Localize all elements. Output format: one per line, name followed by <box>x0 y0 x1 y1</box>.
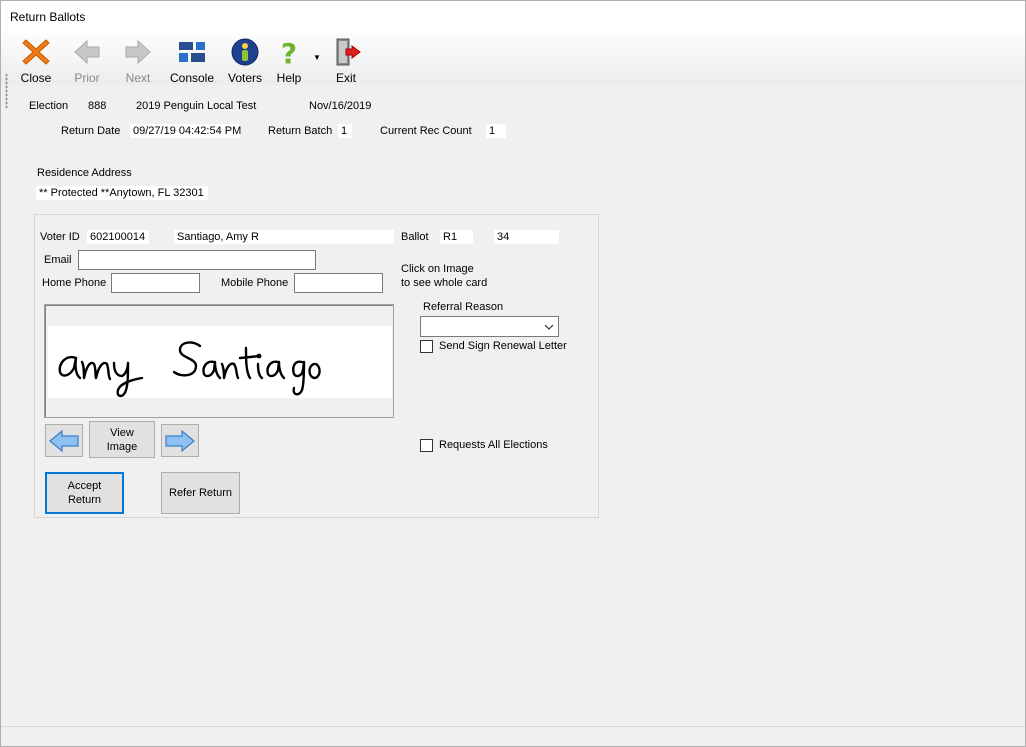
help-label: Help <box>276 71 302 85</box>
help-question-icon: ? <box>281 37 297 68</box>
return-ballots-window: Return Ballots Close Prior Next Console … <box>0 0 1026 747</box>
residence-address-label: Residence Address <box>37 167 132 179</box>
accept-return-button[interactable]: Accept Return <box>45 472 124 514</box>
refer-return-label: Refer Return <box>169 487 232 499</box>
current-rec-count-label: Current Rec Count <box>380 125 472 137</box>
chevron-down-icon <box>544 324 554 330</box>
window-title: Return Ballots <box>10 10 86 24</box>
view-image-button[interactable]: View Image <box>89 421 155 458</box>
signature-image[interactable] <box>44 304 394 418</box>
toolbar: Close Prior Next Console Voters ? Help ▼… <box>1 33 1025 109</box>
help-dropdown-icon[interactable]: ▼ <box>313 53 321 62</box>
accept-return-label: Accept Return <box>67 480 102 506</box>
home-phone-input[interactable] <box>111 273 200 293</box>
console-icon <box>179 42 205 62</box>
close-button[interactable]: Close <box>11 36 61 85</box>
email-input[interactable] <box>78 250 316 270</box>
referral-reason-label: Referral Reason <box>423 301 504 313</box>
voters-button[interactable]: Voters <box>220 36 270 85</box>
return-batch-value: 1 <box>338 124 352 138</box>
next-label: Next <box>125 71 151 85</box>
prior-button[interactable]: Prior <box>62 36 112 85</box>
election-name: 2019 Penguin Local Test <box>136 100 257 112</box>
arrow-left-icon <box>74 39 100 65</box>
console-button[interactable]: Console <box>167 36 217 85</box>
election-number: 888 <box>88 100 107 112</box>
close-label: Close <box>20 71 52 85</box>
signature-drawing <box>58 341 321 398</box>
mobile-phone-input[interactable] <box>294 273 383 293</box>
election-date: Nov/16/2019 <box>309 100 372 112</box>
image-hint-line1: Click on Image <box>401 263 474 275</box>
arrow-right-icon <box>125 39 151 65</box>
arrow-right-icon <box>165 429 195 452</box>
requests-all-elections-checkbox[interactable] <box>420 439 433 452</box>
voter-id-label: Voter ID <box>40 231 80 243</box>
svg-text:?: ? <box>281 37 297 68</box>
image-hint-line2: to see whole card <box>401 277 488 289</box>
arrow-left-icon <box>49 429 79 452</box>
return-date-value: 09/27/19 04:42:54 PM <box>130 124 241 138</box>
status-bar-divider <box>1 726 1025 727</box>
home-phone-label: Home Phone <box>42 277 107 289</box>
console-label: Console <box>169 71 215 85</box>
return-date-label: Return Date <box>61 125 121 137</box>
view-image-label: View Image <box>106 426 138 453</box>
previous-image-button[interactable] <box>45 424 83 457</box>
title-bar: Return Ballots <box>1 1 1025 33</box>
election-label: Election <box>29 100 69 112</box>
prior-label: Prior <box>74 71 100 85</box>
requests-all-elections-label: Requests All Elections <box>439 439 548 451</box>
return-batch-label: Return Batch <box>268 125 333 137</box>
exit-button[interactable]: Exit <box>321 36 371 85</box>
next-image-button[interactable] <box>161 424 199 457</box>
mobile-phone-label: Mobile Phone <box>221 277 289 289</box>
residence-address-value: ** Protected **Anytown, FL 32301 <box>36 186 208 200</box>
refer-return-button[interactable]: Refer Return <box>161 472 240 514</box>
toolbar-grip[interactable] <box>5 73 8 109</box>
email-label: Email <box>44 254 72 266</box>
next-button[interactable]: Next <box>113 36 163 85</box>
referral-reason-select[interactable] <box>420 316 559 337</box>
voters-icon <box>231 38 259 66</box>
current-rec-count-value: 1 <box>486 124 506 138</box>
ballot-label: Ballot <box>401 231 429 243</box>
exit-door-icon <box>336 38 361 66</box>
ballot-style-value: R1 <box>440 230 473 244</box>
signature-card <box>48 326 392 398</box>
voters-label: Voters <box>227 71 263 85</box>
exit-label: Exit <box>335 71 356 85</box>
voter-id-value: 602100014 <box>87 230 149 244</box>
ballot-number-value: 34 <box>494 230 559 244</box>
close-icon <box>22 39 50 65</box>
voter-name-value: Santiago, Amy R <box>174 230 394 244</box>
send-sign-renewal-label: Send Sign Renewal Letter <box>439 340 567 352</box>
help-button[interactable]: ? Help <box>264 36 314 85</box>
send-sign-renewal-checkbox[interactable] <box>420 340 433 353</box>
